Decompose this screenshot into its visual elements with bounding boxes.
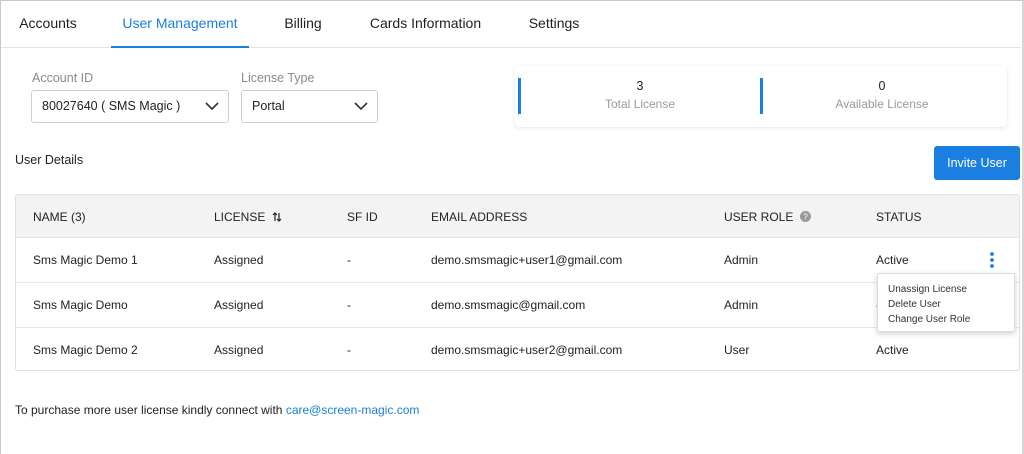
total-license-accent-bar <box>518 78 521 114</box>
table-row: Sms Magic Demo 1 Assigned - demo.smsmagi… <box>16 237 1019 281</box>
cell-user-role: User <box>724 343 750 357</box>
cell-license: Assigned <box>214 343 264 357</box>
tab-billing[interactable]: Billing <box>278 1 328 48</box>
available-license-label: Available License <box>835 97 929 111</box>
available-license-accent-bar <box>760 78 763 114</box>
svg-text:?: ? <box>803 212 808 221</box>
cell-sf-id: - <box>347 253 351 267</box>
tab-settings[interactable]: Settings <box>523 1 585 48</box>
row-actions-menu: Unassign License Delete User Change User… <box>877 273 1015 332</box>
cell-email: demo.smsmagic@gmail.com <box>431 298 586 312</box>
cell-user-role: Admin <box>724 298 759 312</box>
help-icon[interactable]: ? <box>799 211 811 222</box>
chevron-down-icon <box>354 102 368 111</box>
cell-license: Assigned <box>214 298 264 312</box>
chevron-down-icon <box>205 102 219 111</box>
license-type-select[interactable]: Portal <box>241 90 378 123</box>
more-options-icon[interactable] <box>986 250 998 270</box>
cell-license: Assigned <box>214 253 264 267</box>
cell-status: Active <box>876 253 909 267</box>
cell-name: Sms Magic Demo 1 <box>33 253 138 267</box>
cell-sf-id: - <box>347 298 351 312</box>
cell-user-role: Admin <box>724 253 759 267</box>
tab-user-management[interactable]: User Management <box>111 1 249 48</box>
tab-bar: Accounts User Management Billing Cards I… <box>1 1 1021 48</box>
available-license-count: 0 <box>878 79 886 93</box>
footer-note: To purchase more user license kindly con… <box>15 403 419 417</box>
cell-email: demo.smsmagic+user1@gmail.com <box>431 253 623 267</box>
total-license-label: Total License <box>604 97 676 111</box>
menu-item-unassign-license[interactable]: Unassign License <box>878 282 1014 297</box>
column-header-user-role-label: USER ROLE <box>724 210 794 224</box>
account-id-value: 80027640 ( SMS Magic ) <box>42 99 181 113</box>
invite-user-button[interactable]: Invite User <box>934 146 1020 180</box>
cell-name: Sms Magic Demo <box>33 298 128 312</box>
account-id-select[interactable]: 80027640 ( SMS Magic ) <box>31 90 229 123</box>
license-type-value: Portal <box>252 99 285 113</box>
tab-cards-information[interactable]: Cards Information <box>365 1 486 48</box>
column-header-user-role: USER ROLE ? <box>724 210 811 224</box>
total-license-count: 3 <box>636 79 644 93</box>
account-id-label: Account ID <box>32 71 94 85</box>
table-row: Sms Magic Demo 2 Assigned - demo.smsmagi… <box>16 327 1019 371</box>
column-header-license-label: LICENSE <box>214 210 266 224</box>
column-header-status: STATUS <box>876 210 922 224</box>
cell-sf-id: - <box>347 343 351 357</box>
footer-text: To purchase more user license kindly con… <box>15 403 283 417</box>
license-type-label: License Type <box>241 71 315 85</box>
license-summary-card: 3 Total License 0 Available License <box>515 66 1007 127</box>
cell-email: demo.smsmagic+user2@gmail.com <box>431 343 623 357</box>
menu-item-change-user-role[interactable]: Change User Role <box>878 312 1014 327</box>
column-header-name[interactable]: NAME (3) <box>33 210 86 224</box>
cell-name: Sms Magic Demo 2 <box>33 343 138 357</box>
user-table: NAME (3) LICENSE SF ID EMAIL ADDRESS USE… <box>15 194 1020 371</box>
cell-status: Active <box>876 343 909 357</box>
column-header-sf-id: SF ID <box>347 210 378 224</box>
table-row: Sms Magic Demo Assigned - demo.smsmagic@… <box>16 282 1019 326</box>
support-email-link[interactable]: care@screen-magic.com <box>286 403 420 417</box>
table-header: NAME (3) LICENSE SF ID EMAIL ADDRESS USE… <box>16 195 1019 237</box>
sort-icon[interactable] <box>272 212 282 222</box>
tab-accounts[interactable]: Accounts <box>15 1 81 48</box>
column-header-email: EMAIL ADDRESS <box>431 210 528 224</box>
column-header-license[interactable]: LICENSE <box>214 210 282 224</box>
section-title: User Details <box>15 153 84 167</box>
menu-item-delete-user[interactable]: Delete User <box>878 297 1014 312</box>
